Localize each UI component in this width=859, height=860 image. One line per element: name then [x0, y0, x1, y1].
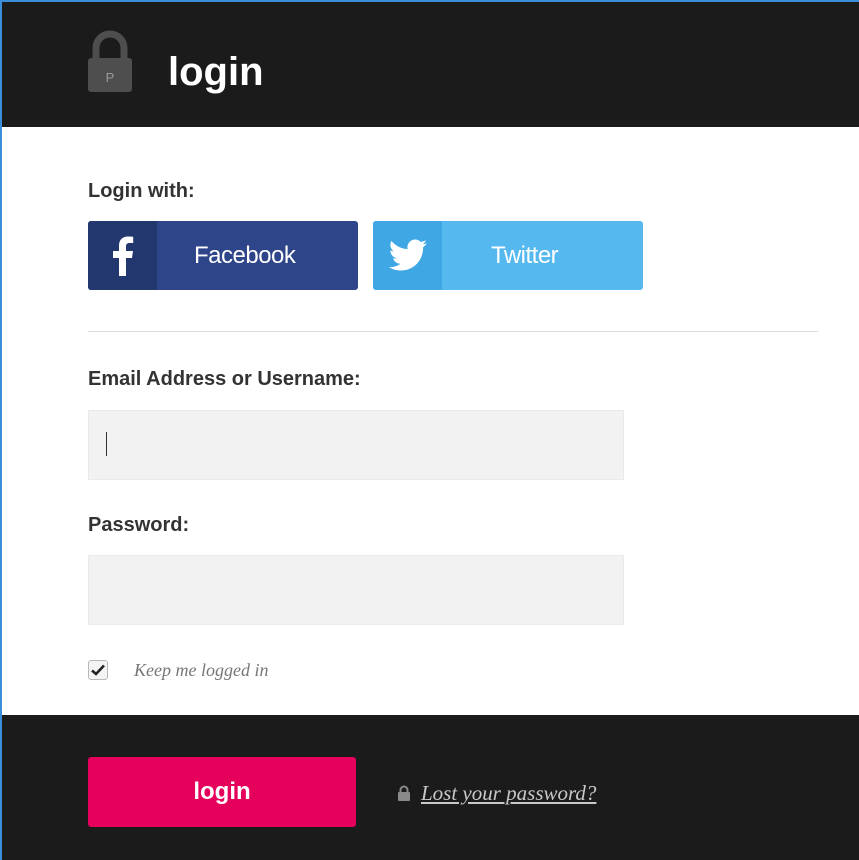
section-divider [88, 331, 818, 332]
keep-logged-in-checkbox[interactable] [88, 660, 108, 680]
email-username-input[interactable] [88, 410, 624, 480]
login-with-heading: Login with: [88, 180, 195, 202]
login-button[interactable]: login [88, 757, 356, 827]
password-input[interactable] [88, 555, 624, 625]
login-header: P login [2, 2, 859, 127]
small-lock-icon [398, 785, 410, 801]
text-caret [106, 432, 107, 456]
email-field-label: Email Address or Username: [88, 368, 361, 390]
lock-icon: P [88, 30, 132, 92]
twitter-bird-icon [373, 221, 442, 290]
page-title: login [168, 50, 264, 94]
lost-password-row: Lost your password? [397, 780, 596, 806]
keep-logged-in-row: Keep me logged in [88, 658, 268, 682]
twitter-label: Twitter [491, 241, 559, 269]
checkmark-icon [91, 664, 105, 676]
keep-logged-in-label: Keep me logged in [134, 659, 269, 680]
facebook-login-button[interactable]: Facebook [88, 221, 358, 290]
facebook-label: Facebook [194, 241, 296, 269]
twitter-login-button[interactable]: Twitter [373, 221, 643, 290]
facebook-icon [88, 221, 157, 290]
svg-text:P: P [106, 70, 115, 85]
password-field-label: Password: [88, 514, 190, 536]
login-window: P login Login with: Facebook Twitter Ema… [0, 0, 859, 860]
lost-password-link[interactable]: Lost your password? [421, 781, 596, 806]
